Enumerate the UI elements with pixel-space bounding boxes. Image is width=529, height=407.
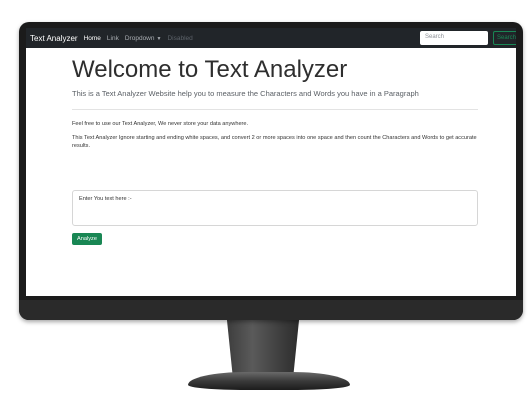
monitor-chin [19,300,523,320]
search-input[interactable]: Search [420,31,488,45]
page-lead: This is a Text Analyzer Website help you… [72,89,419,98]
monitor-scene: Text Analyzer Home Link Dropdown ▼ Disabl… [0,0,529,407]
description-paragraph: This Text Analyzer Ignore starting and e… [72,134,477,150]
nav-dropdown-label: Dropdown [124,34,155,42]
text-input-area[interactable]: Enter You text here :- [72,190,478,226]
monitor-stand-base [188,372,350,390]
nav-link-link[interactable]: Link [107,35,119,42]
chevron-down-icon: ▼ [156,35,162,42]
divider [72,109,478,110]
nav-link-home[interactable]: Home [84,35,101,42]
page-title: Welcome to Text Analyzer [72,56,348,83]
navbar: Text Analyzer Home Link Dropdown ▼ Disabl… [26,28,516,48]
monitor-screen: Text Analyzer Home Link Dropdown ▼ Disabl… [26,28,516,296]
nav-link-disabled: Disabled [167,34,193,42]
nav-dropdown[interactable]: Dropdown ▼ [125,35,162,42]
intro-paragraph: Feel free to use our Text Analyzer, We n… [72,121,249,127]
main-content: Welcome to Text Analyzer This is a Text … [72,58,478,151]
search-button[interactable]: Search [493,31,516,45]
analyze-button[interactable]: Analyze [72,233,102,245]
navbar-brand[interactable]: Text Analyzer [30,34,78,43]
